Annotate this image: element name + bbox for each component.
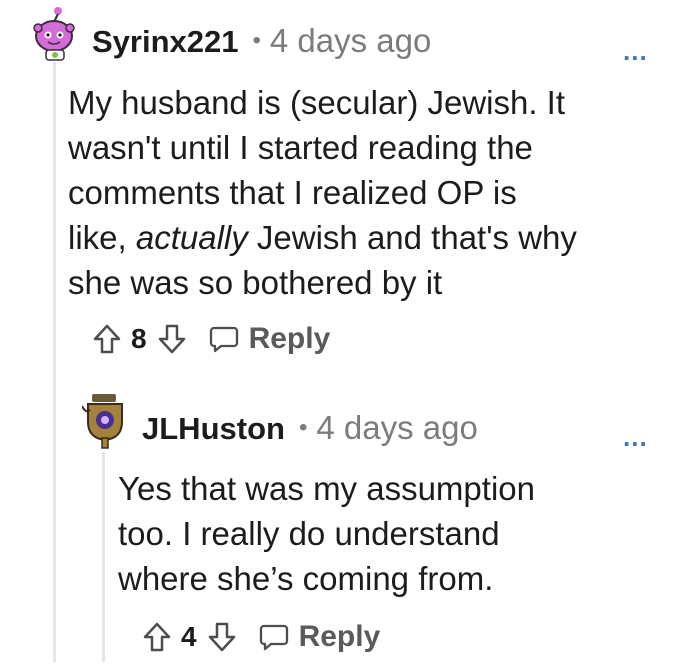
vote-count: 4 xyxy=(181,621,197,652)
reply-button[interactable]: Reply xyxy=(259,620,381,654)
username[interactable]: Syrinx221 xyxy=(92,24,239,60)
speech-bubble-icon xyxy=(209,324,239,354)
reply-label: Reply xyxy=(248,322,331,355)
username[interactable]: JLHuston xyxy=(142,411,285,447)
comment-meta: Syrinx221 • 4 days ago xyxy=(92,22,431,60)
upvote-arrow-icon[interactable] xyxy=(142,621,172,653)
separator-dot: • xyxy=(298,414,308,441)
more-options-button[interactable]: ... xyxy=(623,36,648,67)
comment-meta: JLHuston • 4 days ago xyxy=(142,409,478,447)
reply-label: Reply xyxy=(298,620,381,653)
comment-body: My husband is (secular) Jewish. It wasn'… xyxy=(68,80,668,305)
thread-line[interactable] xyxy=(102,452,105,662)
thread-line[interactable] xyxy=(53,62,56,662)
body-line: like, actually Jewish and that's why xyxy=(68,219,577,256)
downvote-arrow-icon[interactable] xyxy=(207,621,237,653)
timestamp: 4 days ago xyxy=(269,22,432,59)
emphasis-text: actually xyxy=(135,219,248,256)
body-line: where she’s coming from. xyxy=(118,560,494,597)
upvote-arrow-icon[interactable] xyxy=(92,323,122,355)
body-line: My husband is (secular) Jewish. It xyxy=(68,84,566,121)
trophy-avatar-icon[interactable] xyxy=(82,392,130,452)
body-line: comments that I realized OP is xyxy=(68,174,517,211)
body-line: she was so bothered by it xyxy=(68,264,443,301)
snoo-avatar-icon[interactable] xyxy=(32,6,80,62)
comment-actions: 4 Reply xyxy=(142,620,380,654)
comment-body: Yes that was my assumption too. I really… xyxy=(118,466,678,601)
vote-count: 8 xyxy=(131,323,147,354)
body-line: Yes that was my assumption xyxy=(118,470,535,507)
speech-bubble-icon xyxy=(259,622,289,652)
comment-actions: 8 Reply xyxy=(92,322,330,356)
reply-button[interactable]: Reply xyxy=(209,322,331,356)
body-line: too. I really do understand xyxy=(118,515,500,552)
downvote-arrow-icon[interactable] xyxy=(157,323,187,355)
more-options-button[interactable]: ... xyxy=(623,422,648,453)
separator-dot: • xyxy=(252,27,261,54)
timestamp: 4 days ago xyxy=(316,409,478,446)
body-line: wasn't until I started reading the xyxy=(68,129,533,166)
